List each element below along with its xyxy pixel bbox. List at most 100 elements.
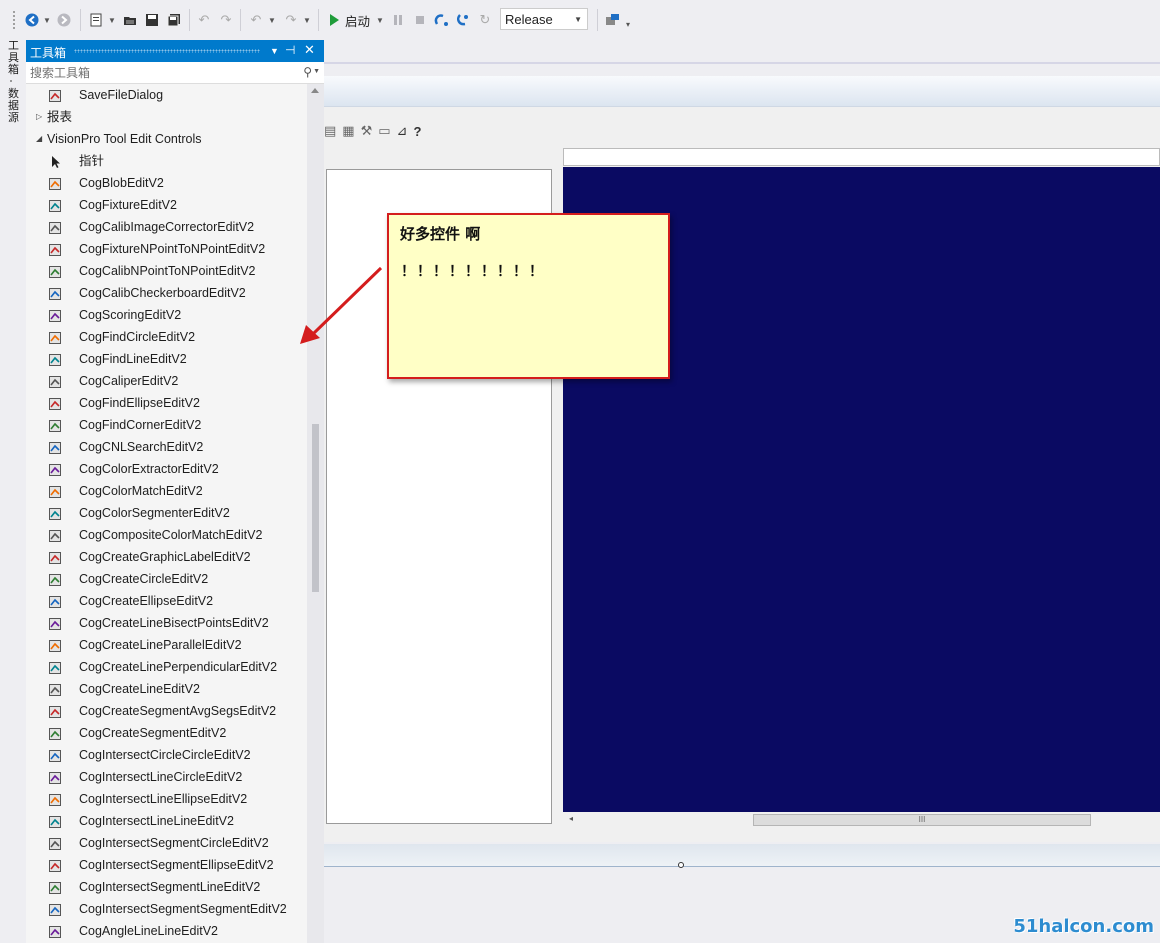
toolbox-scrollbar[interactable] — [307, 84, 324, 943]
collapsed-triangle-icon[interactable]: ▷ — [36, 106, 42, 128]
toolbox-item[interactable]: CogIntersectCircleCircleEditV2 — [26, 744, 306, 766]
search-dropdown-icon[interactable]: ▼ — [313, 68, 320, 75]
toolbox-item[interactable]: CogCreateSegmentEditV2 — [26, 722, 306, 744]
toolbox-item[interactable]: CogColorExtractorEditV2 — [26, 458, 306, 480]
toolbox-item[interactable]: CogCalibCheckerboardEditV2 — [26, 282, 306, 304]
toolbox-item[interactable]: CogFindLineEditV2 — [26, 348, 306, 370]
toolbox-item[interactable]: CogFixtureNPointToNPointEditV2 — [26, 238, 306, 260]
toolbox-item[interactable]: CogCaliperEditV2 — [26, 370, 306, 392]
window-position-dropdown-icon[interactable]: ▼ — [270, 46, 279, 56]
undo-disabled-icon[interactable]: ↶ — [196, 10, 212, 30]
toolbox-item[interactable]: CogAngleLineLineEditV2 — [26, 920, 306, 942]
toolbox-item[interactable]: SaveFileDialog — [26, 84, 306, 106]
toolbox-category[interactable]: ◢ VisionPro Tool Edit Controls — [26, 128, 306, 150]
toolbox-search-input[interactable] — [28, 64, 292, 82]
toolbox-item[interactable]: CogIntersectLineLineEditV2 — [26, 810, 306, 832]
resize-handle[interactable] — [678, 862, 684, 868]
toolbox-item[interactable]: CogCreateCircleEditV2 — [26, 568, 306, 590]
scroll-up-arrow[interactable] — [311, 88, 319, 93]
expanded-triangle-icon[interactable]: ◢ — [36, 128, 42, 150]
hscroll-thumb[interactable]: III — [753, 814, 1091, 826]
side-tab-toolbox[interactable]: 工具箱 — [8, 40, 22, 76]
pin-icon[interactable]: ⊣ — [285, 43, 295, 57]
open-icon[interactable]: ▤ — [324, 123, 336, 139]
toolbox-item[interactable]: 指针 — [26, 150, 306, 172]
toolbox-item[interactable]: CogCreateGraphicLabelEditV2 — [26, 546, 306, 568]
redo-icon[interactable]: ↷ — [283, 10, 299, 30]
scroll-left-arrow[interactable]: ◂ — [569, 814, 573, 823]
step-over-icon[interactable] — [433, 10, 451, 30]
toolbox-item[interactable]: CogFixtureEditV2 — [26, 194, 306, 216]
toolbox-item[interactable]: CogCreateSegmentAvgSegsEditV2 — [26, 700, 306, 722]
open-file-icon[interactable] — [122, 10, 138, 30]
new-project-icon[interactable] — [88, 10, 104, 30]
display-horizontal-scrollbar[interactable]: ◂ III — [563, 812, 1160, 828]
toolbox-item-label: CogIntersectSegmentLineEditV2 — [79, 880, 261, 894]
toolbox-item[interactable]: CogIntersectSegmentLineEditV2 — [26, 876, 306, 898]
image-icon[interactable]: ▭ — [378, 123, 390, 139]
toolbox-item[interactable]: CogIntersectSegmentEllipseEditV2 — [26, 854, 306, 876]
properties-icon[interactable]: ▦ — [342, 123, 354, 139]
close-icon[interactable]: ✕ — [304, 42, 315, 58]
search-icon[interactable]: ⚲ — [303, 65, 312, 79]
toolbox-item-label: CogCreateEllipseEditV2 — [79, 594, 214, 608]
toolbox-item[interactable]: CogCNLSearchEditV2 — [26, 436, 306, 458]
toolbox-item-label: CogIntersectLineLineEditV2 — [79, 814, 234, 828]
scroll-thumb[interactable] — [312, 424, 319, 592]
side-tab-datasources[interactable]: 数据源 — [8, 88, 22, 124]
fixture-tool-icon — [48, 198, 62, 212]
solution-config-select[interactable]: Release ▼ — [500, 8, 588, 30]
undo-icon[interactable]: ↶ — [248, 10, 264, 30]
save-icon[interactable] — [144, 10, 160, 30]
stop-icon[interactable] — [413, 10, 427, 30]
toolbox-item-label: CogCreateSegmentEditV2 — [79, 726, 227, 740]
control-mini-toolbar: ▤ ▦ ⚒ ▭ ⊿ ? — [324, 120, 421, 142]
toolbox-item-label: CogCompositeColorMatchEditV2 — [79, 528, 263, 542]
toolbox-item-label: CogIntersectLineEllipseEditV2 — [79, 792, 248, 806]
toolbox-item[interactable]: CogBlobEditV2 — [26, 172, 306, 194]
toolbar-separator — [189, 9, 190, 31]
toolbox-titlebar[interactable]: 工具箱 ▼ ⊣ ✕ — [26, 40, 324, 62]
form-designer: ▤ ▦ ⚒ ▭ ⊿ ? ◂ III — [324, 40, 1160, 943]
toolbox-item[interactable]: CogColorSegmenterEditV2 — [26, 502, 306, 524]
help-icon[interactable]: ? — [413, 124, 421, 139]
toolbox-item[interactable]: CogCalibNPointToNPointEditV2 — [26, 260, 306, 282]
new-dropdown-icon[interactable]: ▼ — [108, 10, 116, 30]
toolbox-item[interactable]: CogCompositeColorMatchEditV2 — [26, 524, 306, 546]
step-out-icon[interactable]: ↻ — [477, 10, 493, 30]
toolbox-item[interactable]: CogFindCornerEditV2 — [26, 414, 306, 436]
toolbox-category[interactable]: ▷ 报表 — [26, 106, 306, 128]
toolbar-overflow-icon[interactable]: ▾ — [624, 14, 632, 34]
toolbox-item[interactable]: CogCreateLineEditV2 — [26, 678, 306, 700]
toolbox-item[interactable]: CogCreateLinePerpendicularEditV2 — [26, 656, 306, 678]
create-ellipse-icon — [48, 594, 62, 608]
measure-icon[interactable]: ⊿ — [397, 123, 408, 139]
toolbox-item[interactable]: CogIntersectLineEllipseEditV2 — [26, 788, 306, 810]
toolbar-grip[interactable] — [12, 10, 16, 30]
toolbox-item[interactable]: CogCreateLineParallelEditV2 — [26, 634, 306, 656]
back-icon[interactable] — [24, 10, 40, 30]
toolbox-item[interactable]: CogCalibImageCorrectorEditV2 — [26, 216, 306, 238]
tools-icon[interactable]: ⚒ — [361, 123, 373, 139]
undo-dropdown-icon[interactable]: ▼ — [268, 10, 276, 30]
pause-icon[interactable] — [391, 10, 405, 30]
toolbox-item[interactable]: CogIntersectSegmentCircleEditV2 — [26, 832, 306, 854]
toolbox-item[interactable]: CogScoringEditV2 — [26, 304, 306, 326]
redo-dropdown-icon[interactable]: ▼ — [303, 10, 311, 30]
toolbox-item[interactable]: CogCreateLineBisectPointsEditV2 — [26, 612, 306, 634]
forward-icon[interactable] — [56, 10, 72, 30]
start-dropdown-icon[interactable]: ▼ — [376, 10, 384, 30]
toolbox-item[interactable]: CogColorMatchEditV2 — [26, 480, 306, 502]
toolbox-item[interactable]: CogIntersectLineCircleEditV2 — [26, 766, 306, 788]
npoint-fixture-icon — [48, 242, 62, 256]
toolbox-item[interactable]: CogCreateEllipseEditV2 — [26, 590, 306, 612]
toolbox-item[interactable]: CogIntersectSegmentSegmentEditV2 — [26, 898, 306, 920]
step-into-icon[interactable] — [455, 10, 473, 30]
find-in-files-icon[interactable] — [604, 10, 622, 30]
redo-disabled-icon[interactable]: ↷ — [218, 10, 234, 30]
note-title: 好多控件 啊 — [400, 225, 481, 243]
toolbox-item[interactable]: CogFindCircleEditV2 — [26, 326, 306, 348]
save-all-icon[interactable] — [166, 10, 182, 30]
toolbox-item[interactable]: CogFindEllipseEditV2 — [26, 392, 306, 414]
back-dropdown-icon[interactable]: ▼ — [43, 10, 51, 30]
